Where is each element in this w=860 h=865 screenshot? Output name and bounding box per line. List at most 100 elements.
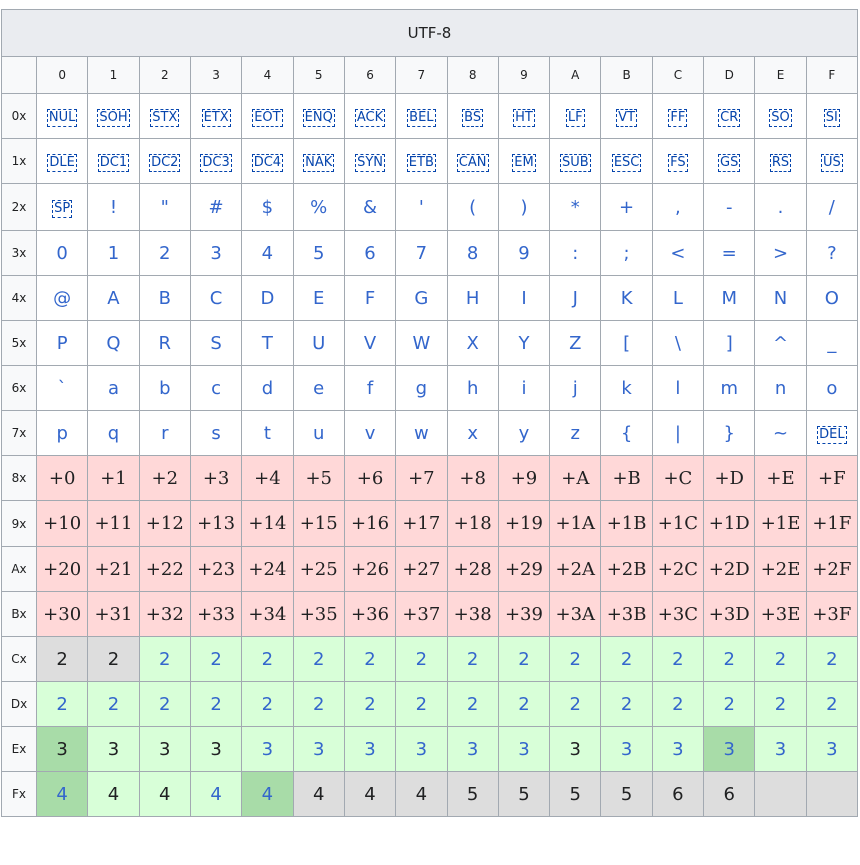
code-cell[interactable]: GS (703, 138, 756, 184)
code-cell[interactable]: g (395, 365, 448, 411)
control-char-link[interactable]: DC4 (251, 154, 284, 172)
code-cell[interactable]: ESC (600, 138, 653, 184)
code-cell[interactable]: ; (600, 230, 653, 276)
code-cell[interactable]: 2 (446, 636, 499, 682)
code-cell[interactable]: d (241, 365, 294, 411)
code-cell[interactable]: 3 (651, 726, 705, 772)
code-cell[interactable]: ` (35, 365, 89, 411)
code-cell[interactable]: < (651, 230, 705, 276)
code-cell[interactable]: G (395, 275, 448, 321)
code-cell[interactable]: ^ (754, 320, 807, 366)
code-cell[interactable]: 2 (703, 681, 756, 727)
code-cell[interactable]: j (549, 365, 602, 411)
control-char-link[interactable]: ACK (354, 109, 386, 127)
code-cell[interactable]: SP (35, 183, 89, 231)
code-cell[interactable]: T (241, 320, 294, 366)
code-cell[interactable]: 2 (497, 681, 551, 727)
control-char-link[interactable]: DEL (817, 426, 847, 444)
code-cell[interactable]: D (241, 275, 294, 321)
control-char-link[interactable]: SUB (559, 154, 591, 172)
code-cell[interactable]: 4 (241, 230, 294, 276)
code-cell[interactable]: RS (754, 138, 807, 184)
code-cell[interactable]: y (497, 410, 551, 456)
code-cell[interactable]: 2 (651, 681, 705, 727)
code-cell[interactable]: \ (651, 320, 705, 366)
code-cell[interactable]: 3 (446, 726, 499, 772)
code-cell[interactable]: 3 (754, 726, 807, 772)
code-cell[interactable]: o (805, 365, 859, 411)
code-cell[interactable]: x (446, 410, 499, 456)
control-char-link[interactable]: CR (718, 109, 741, 127)
code-cell[interactable]: * (549, 183, 602, 231)
code-cell[interactable]: 2 (395, 681, 448, 727)
code-cell[interactable]: 2 (189, 681, 243, 727)
control-char-link[interactable]: DC2 (149, 154, 181, 172)
code-cell[interactable]: t (241, 410, 294, 456)
control-char-link[interactable]: DC1 (97, 154, 130, 172)
code-cell[interactable]: NUL (35, 93, 89, 139)
code-cell[interactable]: A (87, 275, 140, 321)
control-char-link[interactable]: LF (565, 109, 585, 127)
code-cell[interactable]: BS (446, 93, 499, 139)
code-cell[interactable]: 4 (189, 771, 243, 817)
control-char-link[interactable]: SO (769, 109, 792, 127)
code-cell[interactable]: 2 (754, 636, 807, 682)
code-cell[interactable]: SUB (549, 138, 602, 184)
code-cell[interactable]: 2 (292, 681, 345, 727)
code-cell[interactable]: ) (497, 183, 551, 231)
code-cell[interactable]: u (292, 410, 345, 456)
code-cell[interactable]: h (446, 365, 499, 411)
code-cell[interactable]: 3 (497, 726, 551, 772)
code-cell[interactable]: 2 (549, 636, 602, 682)
control-char-link[interactable]: HT (513, 109, 535, 127)
code-cell[interactable]: E (292, 275, 345, 321)
code-cell[interactable]: DC1 (87, 138, 140, 184)
code-cell[interactable]: N (754, 275, 807, 321)
code-cell[interactable]: 2 (600, 681, 653, 727)
code-cell[interactable]: SYN (343, 138, 397, 184)
code-cell[interactable]: > (754, 230, 807, 276)
control-char-link[interactable]: CAN (456, 154, 489, 172)
code-cell[interactable]: q (87, 410, 140, 456)
code-cell[interactable]: CAN (446, 138, 499, 184)
code-cell[interactable]: H (446, 275, 499, 321)
code-cell[interactable]: 0 (35, 230, 89, 276)
control-char-link[interactable]: ENQ (302, 109, 335, 127)
code-cell[interactable]: 2 (343, 681, 397, 727)
code-cell[interactable]: 5 (292, 230, 345, 276)
code-cell[interactable]: : (549, 230, 602, 276)
code-cell[interactable]: b (138, 365, 191, 411)
code-cell[interactable]: DC3 (189, 138, 243, 184)
control-char-link[interactable]: GS (718, 154, 741, 172)
code-cell[interactable]: ENQ (292, 93, 345, 139)
code-cell[interactable]: 3 (703, 726, 756, 772)
code-cell[interactable]: " (138, 183, 191, 231)
code-cell[interactable]: ] (703, 320, 756, 366)
code-cell[interactable]: = (703, 230, 756, 276)
control-char-link[interactable]: NUL (46, 109, 78, 127)
code-cell[interactable]: 2 (754, 681, 807, 727)
control-char-link[interactable]: SOH (97, 109, 130, 127)
control-char-link[interactable]: VT (616, 109, 638, 127)
code-cell[interactable]: STX (138, 93, 191, 139)
code-cell[interactable]: i (497, 365, 551, 411)
code-cell[interactable]: V (343, 320, 397, 366)
code-cell[interactable]: w (395, 410, 448, 456)
code-cell[interactable]: { (600, 410, 653, 456)
code-cell[interactable]: $ (241, 183, 294, 231)
code-cell[interactable]: ETB (395, 138, 448, 184)
code-cell[interactable]: DEL (805, 410, 859, 456)
code-cell[interactable]: - (703, 183, 756, 231)
code-cell[interactable]: 2 (600, 636, 653, 682)
code-cell[interactable]: m (703, 365, 756, 411)
code-cell[interactable]: 2 (138, 681, 191, 727)
code-cell[interactable]: ( (446, 183, 499, 231)
code-cell[interactable]: R (138, 320, 191, 366)
code-cell[interactable]: 3 (343, 726, 397, 772)
code-cell[interactable]: 9 (497, 230, 551, 276)
code-cell[interactable]: US (805, 138, 859, 184)
code-cell[interactable]: k (600, 365, 653, 411)
control-char-link[interactable]: EM (512, 154, 536, 172)
code-cell[interactable]: 2 (805, 636, 859, 682)
control-char-link[interactable]: BS (462, 109, 484, 127)
